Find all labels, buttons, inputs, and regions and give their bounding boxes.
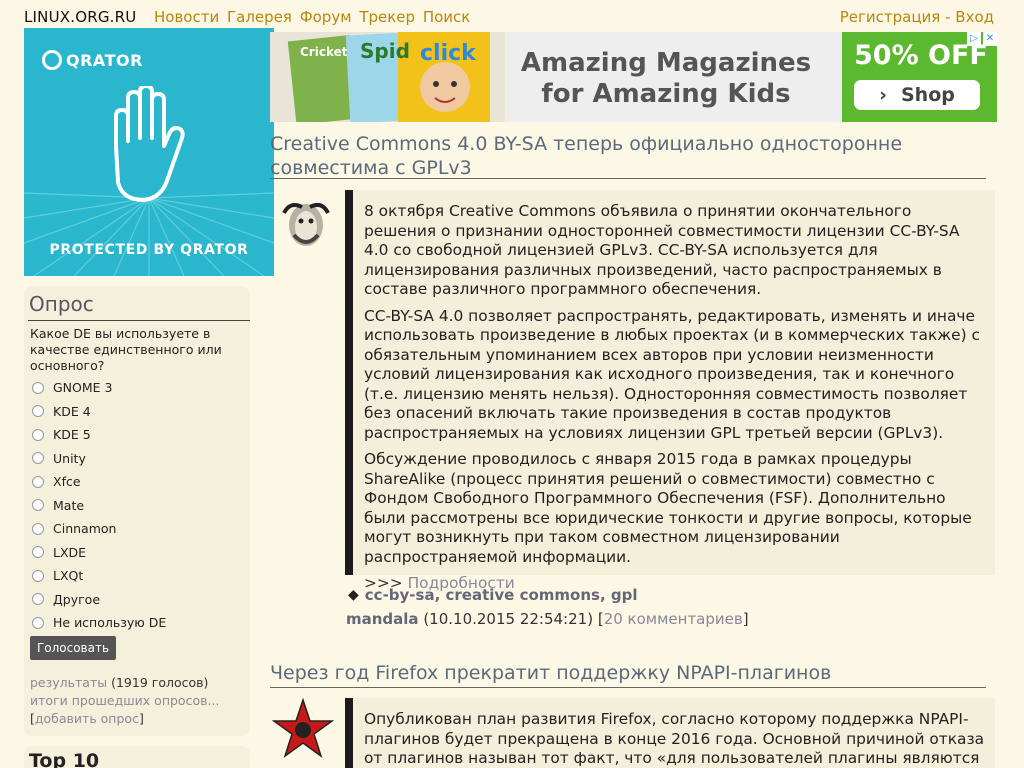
article-paragraph: 8 октября Creative Commons объявила о пр… <box>364 202 960 298</box>
comments-link[interactable]: 20 комментариев <box>604 610 743 628</box>
add-poll-link[interactable]: добавить опрос <box>35 711 139 726</box>
poll-option-label: KDE 5 <box>53 427 91 443</box>
qrator-tagline: PROTECTED BY QRATOR <box>49 242 249 258</box>
radio-button[interactable] <box>32 381 44 394</box>
article-title[interactable]: Creative Commons 4.0 BY-SA теперь официа… <box>270 132 910 180</box>
tags-row: ◆ cc-by-sa, creative commons, gpl <box>348 586 637 604</box>
radio-button[interactable] <box>32 593 44 606</box>
poll-option-label: LXQt <box>53 568 84 584</box>
svg-text:Spid: Spid <box>360 39 410 63</box>
chevron-right-icon: › <box>879 84 887 106</box>
poll-option-cinnamon[interactable]: Cinnamon <box>32 517 166 541</box>
article-paragraph: Обсуждение проводилось с января 2015 год… <box>364 450 972 566</box>
qrator-banner[interactable]: QRATOR PROTECTED BY QRATOR <box>24 28 274 276</box>
article-body: Опубликован план развития Firefox, согла… <box>345 698 995 768</box>
nav-search[interactable]: Поиск <box>423 8 471 26</box>
magazine-covers-image: Cricket Spid click <box>270 32 505 122</box>
poll-option-lxqt[interactable]: LXQt <box>32 564 166 588</box>
tag-icon: ◆ <box>348 587 359 603</box>
top10-box: Top 10 <box>24 746 250 768</box>
poll-option-unity[interactable]: Unity <box>32 447 166 471</box>
ad-headline-line1: Amazing Magazines <box>520 48 812 78</box>
poll-option-kde4[interactable]: KDE 4 <box>32 400 166 424</box>
poll-option-mate[interactable]: Mate <box>32 494 166 518</box>
radio-button[interactable] <box>32 475 44 488</box>
poll-links: результаты (1919 голосов) итоги прошедши… <box>30 674 219 728</box>
article-paragraph: Опубликован план развития Firefox, согла… <box>364 710 985 767</box>
article-paragraph: CC-BY-SA 4.0 позволяет распространять, р… <box>364 306 980 442</box>
svg-text:Cricket: Cricket <box>300 45 348 59</box>
register-link[interactable]: Регистрация <box>840 8 941 26</box>
article-body: 8 октября Creative Commons объявила о пр… <box>345 190 995 592</box>
radio-button[interactable] <box>32 405 44 418</box>
top10-title: Top 10 <box>29 750 100 768</box>
poll-results-row: результаты (1919 голосов) <box>30 674 219 692</box>
poll-option-kde5[interactable]: KDE 5 <box>32 423 166 447</box>
ad-controls: ▷ ✕ <box>967 32 997 46</box>
poll-option-label: GNOME 3 <box>53 380 113 396</box>
results-link[interactable]: результаты <box>30 675 107 690</box>
poll-box: Опрос Какое DE вы используете в качестве… <box>24 286 250 736</box>
main-nav: Новости Галерея Форум Трекер Поиск <box>154 8 473 26</box>
poll-option-no-de[interactable]: Не использую DE <box>32 611 166 635</box>
ad-headline: Amazing Magazines for Amazing Kids <box>516 48 816 110</box>
shop-button[interactable]: › Shop <box>854 80 980 110</box>
article-meta: mandala (10.10.2015 22:54:21) [20 коммен… <box>346 610 749 628</box>
ad-headline-line2: for Amazing Kids <box>541 79 791 109</box>
nav-news[interactable]: Новости <box>154 8 219 26</box>
poll-question: Какое DE вы используете в качестве единс… <box>30 326 222 373</box>
poll-option-label: Не использую DE <box>53 615 167 631</box>
qrator-circle-icon <box>42 50 62 70</box>
radio-button[interactable] <box>32 428 44 441</box>
close-icon[interactable]: ✕ <box>983 32 997 46</box>
poll-option-label: Cinnamon <box>53 521 117 537</box>
ad-info-icon[interactable]: ▷ <box>967 32 981 46</box>
radio-button[interactable] <box>32 522 44 535</box>
nav-gallery[interactable]: Галерея <box>227 8 292 26</box>
past-polls-link[interactable]: итоги прошедших опросов... <box>30 693 219 708</box>
red-star-userpic-icon <box>272 698 334 758</box>
hand-icon <box>114 86 185 202</box>
poll-option-label: Mate <box>53 497 85 513</box>
divider <box>28 320 250 321</box>
nav-tracker[interactable]: Трекер <box>359 8 415 26</box>
poll-option-gnome3[interactable]: GNOME 3 <box>32 376 166 400</box>
radio-button[interactable] <box>32 616 44 629</box>
auth-separator: - <box>940 8 956 26</box>
poll-past-row: итоги прошедших опросов... <box>30 692 219 710</box>
qrator-logo-text: QRATOR <box>66 50 143 70</box>
post-date: (10.10.2015 22:54:21) <box>418 610 598 628</box>
gnu-userpic-icon <box>282 203 330 246</box>
poll-add-row: [добавить опрос] <box>30 711 144 726</box>
divider <box>270 178 986 179</box>
poll-options: GNOME 3 KDE 4 KDE 5 Unity Xfce Mate Cinn… <box>32 376 166 635</box>
login-link[interactable]: Вход <box>955 8 994 26</box>
author-link[interactable]: mandala <box>346 610 419 628</box>
radio-button[interactable] <box>32 452 44 465</box>
poll-option-label: LXDE <box>53 544 87 560</box>
poll-option-label: Xfce <box>53 474 81 490</box>
magazine-banner[interactable]: Cricket Spid click Amazing Magazines for… <box>270 32 997 122</box>
radio-button[interactable] <box>32 569 44 582</box>
poll-option-label: KDE 4 <box>53 403 91 419</box>
divider <box>270 687 986 688</box>
shop-button-label: Shop <box>900 84 955 106</box>
qrator-logo: QRATOR <box>42 50 143 70</box>
radio-button[interactable] <box>32 499 44 512</box>
poll-option-xfce[interactable]: Xfce <box>32 470 166 494</box>
poll-title: Опрос <box>29 292 94 316</box>
nav-forum[interactable]: Форум <box>300 8 352 26</box>
svg-text:click: click <box>420 41 477 66</box>
poll-option-other[interactable]: Другое <box>32 588 166 612</box>
article-title[interactable]: Через год Firefox прекратит поддержку NP… <box>270 661 990 685</box>
auth-links: Регистрация - Вход <box>840 8 994 26</box>
tags-list[interactable]: cc-by-sa, creative commons, gpl <box>365 586 638 604</box>
poll-option-label: Unity <box>53 450 86 466</box>
vote-button[interactable]: Голосовать <box>30 636 116 660</box>
radio-button[interactable] <box>32 546 44 559</box>
poll-option-label: Другое <box>53 591 101 607</box>
votes-count: (1919 голосов) <box>107 675 209 690</box>
poll-option-lxde[interactable]: LXDE <box>32 541 166 565</box>
site-title[interactable]: LINUX.ORG.RU <box>24 8 136 26</box>
